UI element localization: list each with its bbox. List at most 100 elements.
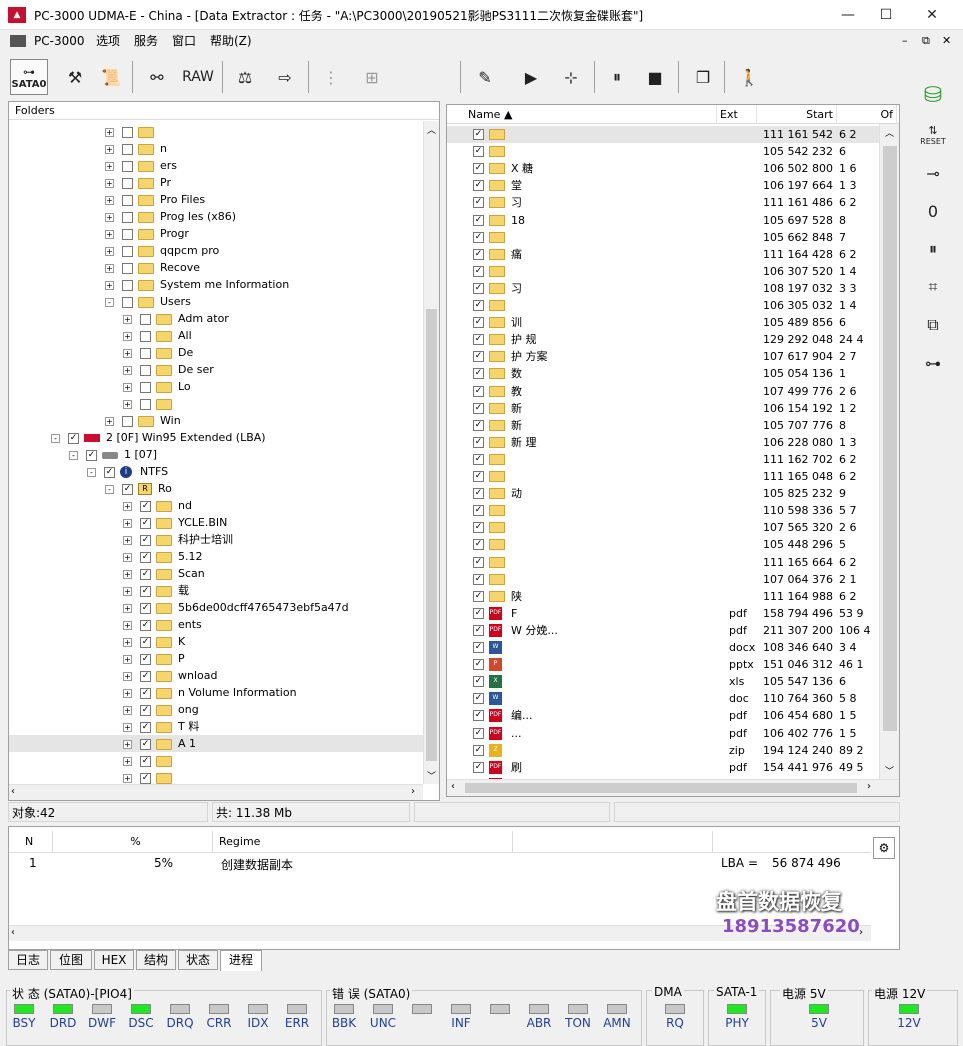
file-checkbox[interactable]: ✓: [473, 693, 484, 704]
node-checkbox[interactable]: [122, 161, 133, 172]
expand-toggle-icon[interactable]: +: [105, 281, 114, 290]
file-checkbox[interactable]: ✓: [473, 454, 484, 465]
tab-log[interactable]: 日志: [8, 950, 48, 970]
file-checkbox[interactable]: ✓: [473, 300, 484, 311]
tree-node-partition[interactable]: -✓2 [0F] Win95 Extended (LBA): [51, 429, 266, 446]
tree-node[interactable]: +✓载: [123, 582, 189, 599]
file-checkbox[interactable]: ✓: [473, 557, 484, 568]
scroll-up-icon[interactable]: ︿: [885, 126, 894, 139]
scroll-left-icon[interactable]: ‹: [451, 781, 455, 792]
node-checkbox[interactable]: [140, 331, 151, 342]
scroll-up-icon[interactable]: ︿: [427, 123, 436, 136]
tree-node[interactable]: +✓P: [123, 650, 185, 667]
file-row[interactable]: ✓习108 197 0323 3: [447, 280, 879, 297]
app-menu-icon[interactable]: [10, 35, 26, 47]
node-checkbox[interactable]: ✓: [140, 705, 151, 716]
file-checkbox[interactable]: ✓: [473, 745, 484, 756]
folders-hscrollbar[interactable]: ‹ ›: [9, 784, 423, 800]
tree-node[interactable]: +✓: [123, 752, 178, 769]
expand-toggle-icon[interactable]: +: [123, 400, 132, 409]
zero-icon[interactable]: 0: [913, 195, 953, 227]
file-checkbox[interactable]: ✓: [473, 249, 484, 260]
expand-toggle-icon[interactable]: +: [123, 366, 132, 375]
tree-node[interactable]: +ers: [105, 157, 177, 174]
expand-toggle-icon[interactable]: +: [123, 689, 132, 698]
tree-node[interactable]: +✓Scan: [123, 565, 205, 582]
expand-toggle-icon[interactable]: +: [105, 179, 114, 188]
tab-process[interactable]: 进程: [220, 950, 262, 971]
scroll-left-icon[interactable]: ‹: [11, 927, 15, 938]
node-checkbox[interactable]: ✓: [140, 518, 151, 529]
tree-node[interactable]: +✓nd: [123, 497, 192, 514]
export-icon[interactable]: ⇨: [270, 59, 300, 95]
node-checkbox[interactable]: [122, 178, 133, 189]
balance-icon[interactable]: ⚖: [230, 59, 260, 95]
file-checkbox[interactable]: ✓: [473, 317, 484, 328]
node-checkbox[interactable]: ✓: [122, 484, 133, 495]
expand-toggle-icon[interactable]: +: [105, 145, 114, 154]
node-checkbox[interactable]: ✓: [86, 450, 97, 461]
node-checkbox[interactable]: ✓: [140, 535, 151, 546]
tree-node[interactable]: +Lo: [123, 378, 191, 395]
file-row[interactable]: ✓107 064 3762 1: [447, 571, 879, 588]
file-checkbox[interactable]: ✓: [473, 180, 484, 191]
expand-toggle-icon[interactable]: -: [105, 298, 114, 307]
file-checkbox[interactable]: ✓: [473, 351, 484, 362]
col-offset[interactable]: Of: [837, 105, 897, 124]
tree-node-ntfs[interactable]: -✓iNTFS: [87, 463, 168, 480]
sata0-button[interactable]: ⊶ SATA0: [10, 59, 48, 95]
tree-node[interactable]: +✓5.12: [123, 548, 203, 565]
file-row[interactable]: ✓PDF编...pdf106 454 6801 5: [447, 707, 879, 724]
tree-icon[interactable]: ⋮: [316, 59, 346, 95]
file-row[interactable]: ✓新105 707 7768: [447, 417, 879, 434]
tree-node[interactable]: +✓YCLE.BIN: [123, 514, 227, 531]
tab-status[interactable]: 状态: [178, 950, 218, 970]
tree-node[interactable]: +✓wnload: [123, 667, 217, 684]
file-checkbox[interactable]: ✓: [473, 146, 484, 157]
scroll-icon[interactable]: 📜: [96, 59, 126, 95]
node-checkbox[interactable]: ✓: [104, 467, 115, 478]
file-checkbox[interactable]: ✓: [473, 334, 484, 345]
file-checkbox[interactable]: ✓: [473, 266, 484, 277]
expand-toggle-icon[interactable]: +: [123, 757, 132, 766]
tree-node[interactable]: +✓n Volume Information: [123, 684, 297, 701]
file-checkbox[interactable]: ✓: [473, 710, 484, 721]
file-checkbox[interactable]: ✓: [473, 728, 484, 739]
col-name[interactable]: Name ▲: [465, 105, 717, 124]
file-row[interactable]: ✓数105 054 1361: [447, 365, 879, 382]
tree-node[interactable]: -Users: [105, 293, 191, 310]
mdi-close-button[interactable]: ✕: [938, 32, 955, 50]
tree-node[interactable]: +Pro Files: [105, 191, 205, 208]
file-row[interactable]: ✓新 理106 228 0801 3: [447, 434, 879, 451]
tree-node[interactable]: +n: [105, 140, 167, 157]
node-checkbox[interactable]: ✓: [140, 722, 151, 733]
tree-node[interactable]: +System me Information: [105, 276, 289, 293]
files-hscrollbar[interactable]: ‹ ›: [447, 779, 899, 796]
file-checkbox[interactable]: ✓: [473, 488, 484, 499]
file-row[interactable]: ✓动105 825 2329: [447, 485, 879, 502]
file-checkbox[interactable]: ✓: [473, 215, 484, 226]
file-row[interactable]: ✓陕111 164 9886 2: [447, 588, 879, 605]
stop-icon[interactable]: ■: [640, 59, 670, 95]
files-vscroll-thumb[interactable]: [883, 146, 897, 731]
node-checkbox[interactable]: [122, 263, 133, 274]
node-checkbox[interactable]: ✓: [140, 569, 151, 580]
file-checkbox[interactable]: ✓: [473, 522, 484, 533]
node-checkbox[interactable]: [122, 229, 133, 240]
file-checkbox[interactable]: ✓: [473, 574, 484, 585]
file-row[interactable]: ✓106 305 0321 4: [447, 297, 879, 314]
file-row[interactable]: ✓Zzip194 124 24089 2: [447, 742, 879, 759]
mdi-minimize-button[interactable]: –: [898, 32, 912, 50]
file-checkbox[interactable]: ✓: [473, 163, 484, 174]
copy-icon[interactable]: ⧉: [913, 309, 953, 341]
file-row[interactable]: ✓107 565 3202 6: [447, 519, 879, 536]
node-checkbox[interactable]: [122, 127, 133, 138]
expand-toggle-icon[interactable]: -: [51, 434, 60, 443]
node-checkbox[interactable]: ✓: [140, 552, 151, 563]
expand-toggle-icon[interactable]: +: [123, 502, 132, 511]
expand-toggle-icon[interactable]: +: [123, 672, 132, 681]
node-checkbox[interactable]: ✓: [140, 671, 151, 682]
file-row[interactable]: ✓105 662 8487: [447, 229, 879, 246]
expand-toggle-icon[interactable]: +: [123, 349, 132, 358]
col-start[interactable]: Start: [757, 105, 837, 124]
